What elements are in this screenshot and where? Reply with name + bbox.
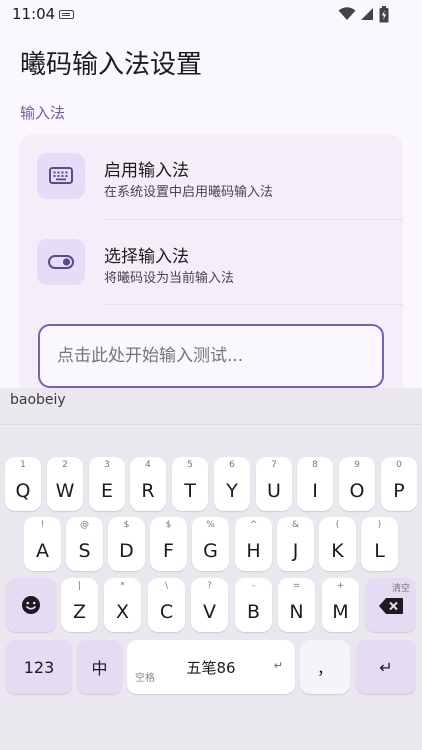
key-r[interactable]: 4R: [130, 457, 166, 511]
divider: [103, 304, 403, 305]
key-n[interactable]: = N: [278, 578, 315, 632]
key-h[interactable]: ^ H: [235, 517, 272, 571]
select-ime-title: 选择输入法: [104, 247, 189, 267]
key-f[interactable]: $ F: [150, 517, 187, 571]
key-q[interactable]: 1Q: [5, 457, 41, 511]
key-w[interactable]: 2W: [47, 457, 83, 511]
emoji-key[interactable]: [6, 578, 56, 632]
clear-hint: 清空: [391, 584, 410, 594]
enable-ime-subtitle: 在系统设置中启用曦码输入法: [104, 185, 274, 200]
key-v[interactable]: ? V: [191, 578, 228, 632]
key-m[interactable]: + M: [322, 578, 359, 632]
key-t[interactable]: 5T: [172, 457, 208, 511]
section-label: 输入法: [20, 104, 66, 122]
key-b[interactable]: -B: [235, 578, 272, 632]
soft-keyboard: baobeiy 1Q 2W 3E 4R 5T 6Y 7U 8I 9O 0P ! A…: [0, 388, 422, 750]
key-x[interactable]: * X: [104, 578, 141, 632]
signal-icon: [361, 8, 373, 20]
key-j[interactable]: & J: [277, 517, 314, 571]
enable-ime-row[interactable]: 启用输入法 在系统设置中启用曦码输入法: [19, 134, 403, 218]
punctuation-key[interactable]: ，: [300, 640, 350, 694]
emoji-icon: [22, 596, 40, 614]
key-k[interactable]: (K: [319, 517, 356, 571]
toggle-icon: [37, 239, 85, 285]
backspace-icon: [379, 598, 403, 614]
battery-icon: [379, 6, 389, 23]
delete-key[interactable]: 清空: [365, 578, 416, 632]
number-mode-key[interactable]: 123: [6, 640, 72, 694]
key-a[interactable]: ! A: [24, 517, 61, 571]
language-switch-key[interactable]: 中: [77, 640, 122, 694]
test-input-field[interactable]: [38, 324, 384, 388]
key-u[interactable]: 7U: [256, 457, 292, 511]
space-key[interactable]: 空格 五笔86 ↵: [127, 640, 295, 694]
page-title: 曦码输入法设置: [20, 50, 203, 80]
key-i[interactable]: 8I: [297, 457, 333, 511]
candidate-divider: [0, 424, 422, 425]
key-g[interactable]: % G: [192, 517, 229, 571]
wifi-icon: [338, 7, 356, 20]
keyboard-status-icon: [59, 10, 74, 19]
enable-ime-title: 启用输入法: [104, 161, 189, 181]
key-o[interactable]: 9O: [339, 457, 375, 511]
select-ime-subtitle: 将曦码设为当前输入法: [104, 271, 235, 286]
key-l[interactable]: ) L: [361, 517, 398, 571]
key-y[interactable]: 6Y: [214, 457, 250, 511]
key-p[interactable]: 0P: [381, 457, 417, 511]
key-z[interactable]: | Z: [61, 578, 98, 632]
key-e[interactable]: 3E: [89, 457, 125, 511]
candidate-text[interactable]: baobeiy: [10, 392, 66, 408]
status-time: 11:04: [12, 5, 56, 23]
enter-key[interactable]: ↵: [356, 640, 416, 694]
key-c[interactable]: \ C: [148, 578, 185, 632]
key-d[interactable]: $ D: [108, 517, 145, 571]
keyboard-icon: [37, 153, 85, 199]
key-s[interactable]: @ S: [66, 517, 103, 571]
status-bar: 11:04: [0, 0, 422, 30]
select-ime-row[interactable]: 选择输入法 将曦码设为当前输入法: [19, 220, 403, 304]
